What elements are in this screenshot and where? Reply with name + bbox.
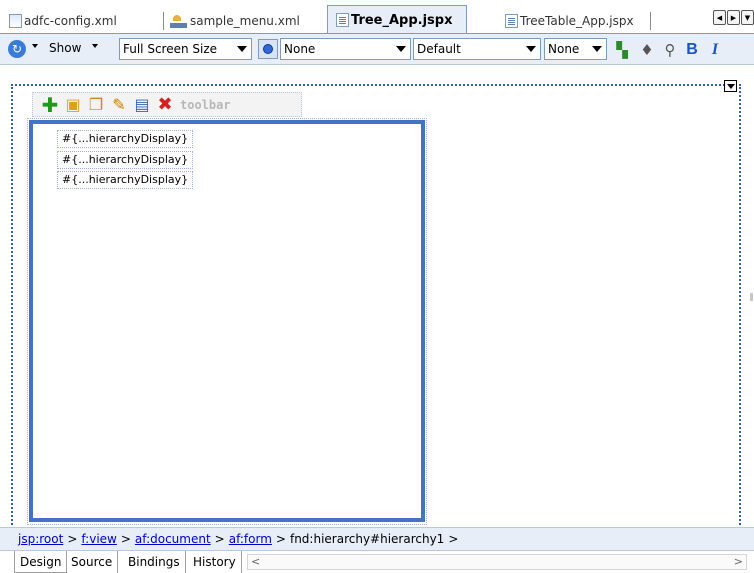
- chevron-down-icon: [396, 46, 406, 52]
- design-canvas: ✚ ▣ ❐ ✎ ▤ ✖ toolbar #{...hierarchyDispla…: [0, 65, 754, 541]
- tab-design[interactable]: Design: [14, 551, 68, 573]
- breadcrumb-separator: >: [275, 532, 286, 546]
- screen-size-select[interactable]: Full Screen Size: [119, 38, 252, 60]
- tab-separator: [163, 12, 164, 30]
- chevron-down-icon: [237, 46, 247, 52]
- xml-file-icon: [9, 14, 22, 28]
- tree-node[interactable]: #{...hierarchyDisplay}: [57, 171, 194, 189]
- refresh-icon[interactable]: ↻: [8, 40, 26, 58]
- tab-treetable-app[interactable]: TreeTable_App.jspx: [505, 10, 657, 32]
- style-class-value: Default: [417, 42, 461, 56]
- jspx-file-icon: [336, 13, 349, 27]
- tree-node[interactable]: #{...hierarchyDisplay}: [57, 130, 194, 148]
- chevron-down-icon: [592, 46, 602, 52]
- tab-separator: [649, 12, 651, 30]
- tree-node[interactable]: #{...hierarchyDisplay}: [57, 151, 194, 169]
- duplicate-icon[interactable]: ❐: [86, 95, 106, 115]
- scrollbar-thumb[interactable]: [750, 293, 753, 301]
- font-select[interactable]: None: [544, 38, 607, 60]
- delete-icon[interactable]: ▤: [132, 95, 152, 115]
- editor-tab-strip: adfc-config.xml sample_menu.xml Tree_App…: [0, 0, 754, 34]
- tab-label: adfc-config.xml: [24, 14, 117, 28]
- font-value: None: [548, 42, 580, 56]
- breadcrumb-separator: >: [120, 532, 131, 546]
- breadcrumb-current: fnd:hierarchy#hierarchy1: [289, 532, 445, 546]
- tab-label: TreeTable_App.jspx: [520, 14, 634, 28]
- show-dropdown-icon[interactable]: [92, 44, 98, 48]
- highlight-icon[interactable]: ▚: [612, 40, 632, 60]
- hierarchy-tree[interactable]: #{...hierarchyDisplay} #{...hierarchyDis…: [29, 120, 425, 522]
- jspx-file-icon: [505, 14, 518, 28]
- collapse-icon[interactable]: [724, 80, 737, 92]
- breadcrumb-separator: >: [448, 532, 459, 546]
- tab-adfc-config[interactable]: adfc-config.xml: [9, 10, 117, 32]
- refresh-dropdown-icon[interactable]: [32, 44, 38, 48]
- stylesheet-value: None: [284, 42, 316, 56]
- tab-bindings[interactable]: Bindings: [123, 551, 186, 573]
- bold-button[interactable]: B: [682, 40, 702, 60]
- editor-toolbar: ↻ Show Full Screen Size None Default Non…: [0, 33, 754, 65]
- show-menu-button[interactable]: Show: [49, 41, 81, 55]
- scroll-right-arrow-icon[interactable]: >: [734, 555, 743, 569]
- fill-color-icon[interactable]: ♦: [637, 40, 657, 60]
- italic-icon[interactable]: I: [705, 40, 725, 60]
- tab-history[interactable]: History: [188, 551, 242, 573]
- add-icon[interactable]: ✚: [40, 93, 60, 117]
- view-tabs: Design Source Bindings History < >: [0, 551, 754, 573]
- breadcrumb-link-af-document[interactable]: af:document: [135, 532, 211, 546]
- stylesheet-select[interactable]: None: [280, 38, 411, 60]
- style-class-select[interactable]: Default: [413, 38, 541, 60]
- breadcrumb: jsp:root > f:view > af:document > af:form > fnd:…: [0, 527, 754, 551]
- menu-file-icon: [170, 14, 188, 28]
- scroll-left-arrow-icon[interactable]: <: [251, 555, 260, 569]
- link-icon[interactable]: ⚲: [660, 40, 680, 60]
- chevron-down-icon: [526, 46, 536, 52]
- tab-tree-app[interactable]: Tree_App.jspx: [327, 5, 468, 34]
- component-toolbar[interactable]: ✚ ▣ ❐ ✎ ▤ ✖ toolbar: [32, 92, 302, 117]
- tab-sample-menu[interactable]: sample_menu.xml: [163, 10, 300, 32]
- breadcrumb-link-af-form[interactable]: af:form: [229, 532, 272, 546]
- breadcrumb-separator: >: [214, 532, 225, 546]
- screen-size-value: Full Screen Size: [123, 42, 218, 56]
- stylesheet-icon[interactable]: [258, 39, 278, 59]
- horizontal-scrollbar[interactable]: < >: [247, 554, 747, 570]
- breadcrumb-link-jsp-root[interactable]: jsp:root: [18, 532, 63, 546]
- remove-icon[interactable]: ✖: [155, 94, 175, 115]
- tab-source[interactable]: Source: [66, 551, 119, 573]
- tab-label: Tree_App.jspx: [351, 12, 453, 28]
- edit-icon[interactable]: ✎: [109, 95, 129, 115]
- new-folder-icon[interactable]: ▣: [63, 95, 83, 115]
- scroll-left-icon[interactable]: ◀: [713, 10, 726, 25]
- breadcrumb-link-f-view[interactable]: f:view: [81, 532, 116, 546]
- tab-list-icon[interactable]: ▼: [741, 10, 754, 25]
- tab-navigation: ◀ ▶ ▼: [712, 10, 754, 25]
- scroll-right-icon[interactable]: ▶: [727, 10, 740, 25]
- breadcrumb-separator: >: [67, 532, 78, 546]
- toolbar-facet-label: toolbar: [180, 97, 231, 112]
- tab-label: sample_menu.xml: [190, 14, 300, 28]
